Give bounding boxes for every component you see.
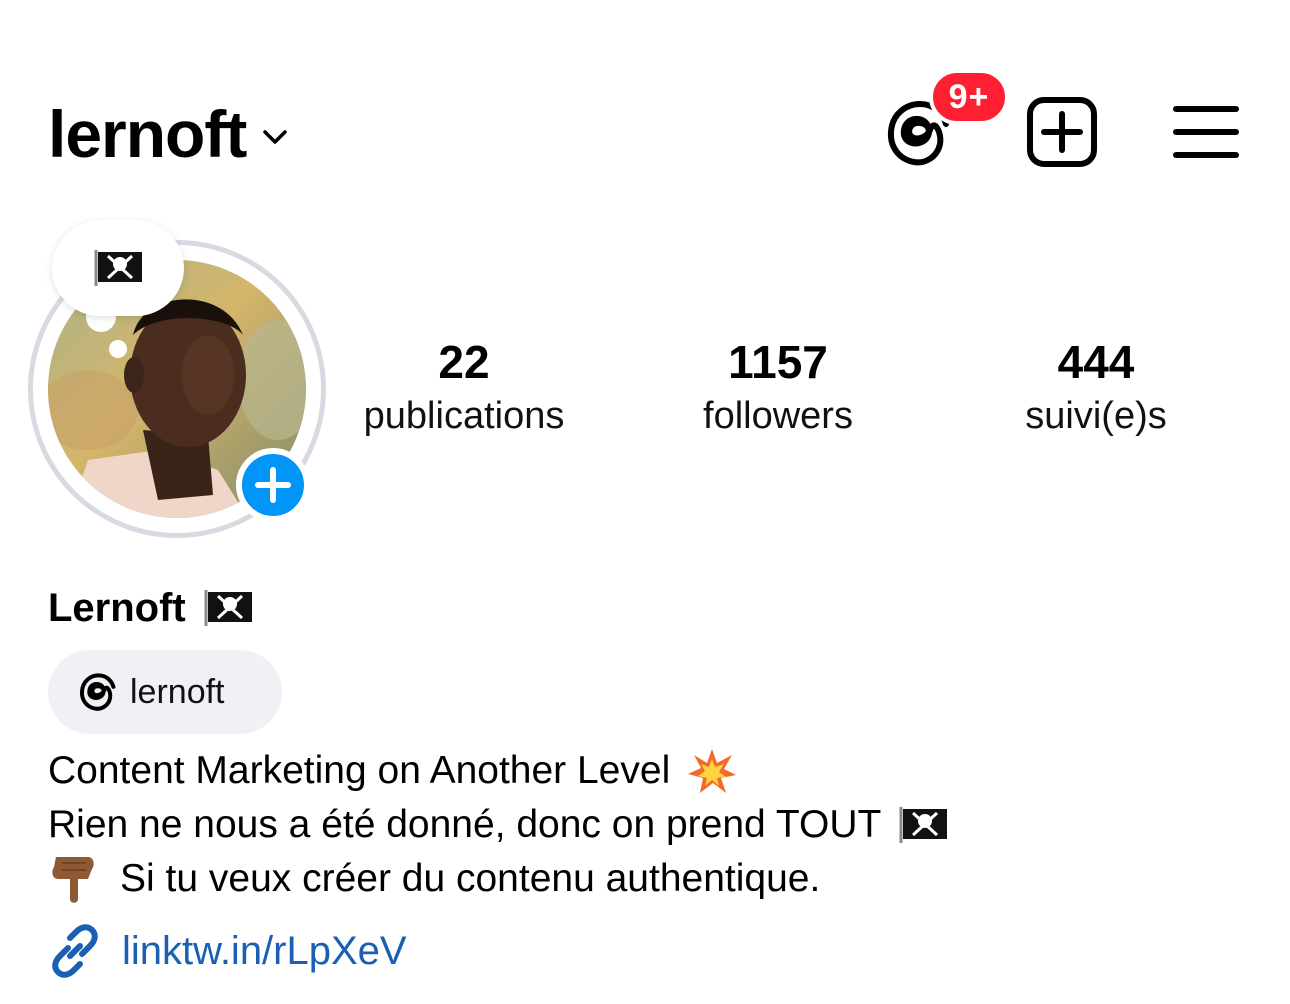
stat-count: 444: [1057, 336, 1135, 388]
add-story-button[interactable]: [236, 448, 310, 522]
plus-icon: [255, 467, 291, 503]
threads-icon: [79, 673, 116, 711]
pointing-down-hand-icon: [52, 857, 94, 903]
stat-following[interactable]: 444 suivi(e)s: [956, 336, 1236, 444]
stat-count: 1157: [728, 336, 828, 388]
hamburger-menu-icon[interactable]: [1172, 104, 1240, 160]
threads-profile-chip[interactable]: lernoft: [48, 650, 282, 734]
profile-note[interactable]: [52, 220, 184, 316]
bio-line: Si tu veux créer du contenu authentique.: [48, 852, 820, 906]
note-bubble-tail-dot: [109, 340, 127, 358]
pirate-flag-icon: [899, 807, 948, 843]
chevron-down-icon: [263, 130, 288, 144]
bio-link-text: linktw.in/rLpXeV: [122, 928, 407, 973]
username-switcher[interactable]: lernoft: [48, 92, 290, 176]
pirate-flag-icon: [204, 590, 252, 626]
bio-text: Si tu veux créer du contenu authentique.: [120, 857, 821, 900]
bio-line: Content Marketing on Another Level: [48, 744, 738, 798]
bio-line: Rien ne nous a été donné, donc on prend …: [48, 798, 949, 852]
collision-icon: [688, 749, 737, 793]
plus-square-icon[interactable]: [1026, 96, 1098, 168]
bio-text: Content Marketing on Another Level: [48, 749, 671, 792]
stat-label: suivi(e)s: [1025, 395, 1167, 437]
link-icon: [52, 924, 98, 978]
stat-count: 22: [438, 336, 490, 388]
username: lernoft: [48, 97, 247, 171]
notification-badge: 9+: [929, 69, 1009, 125]
bio-link[interactable]: linktw.in/rLpXeV: [48, 922, 407, 980]
stat-followers[interactable]: 1157 followers: [638, 336, 918, 444]
threads-chip-label: lernoft: [130, 672, 225, 711]
stat-publications[interactable]: 22 publications: [324, 336, 604, 444]
stat-label: followers: [703, 395, 853, 437]
bio-text: Rien ne nous a été donné, donc on prend …: [48, 803, 882, 846]
display-name-row: Lernoft: [48, 584, 254, 632]
pirate-flag-icon: [94, 250, 142, 286]
stat-label: publications: [363, 395, 565, 437]
display-name: Lernoft: [48, 586, 186, 630]
